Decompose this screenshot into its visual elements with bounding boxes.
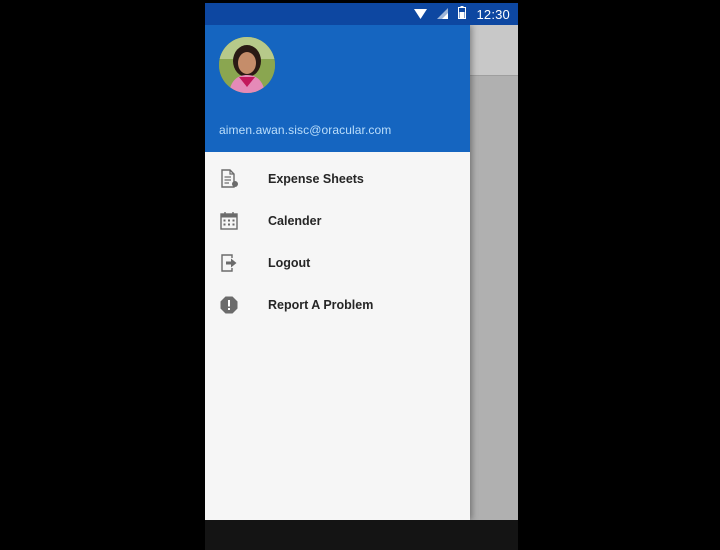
system-navigation-bar — [205, 520, 518, 550]
battery-icon — [458, 6, 467, 22]
menu-item-expense-sheets[interactable]: Expense Sheets — [205, 158, 470, 200]
wifi-icon — [414, 7, 428, 22]
menu-item-logout[interactable]: Logout — [205, 242, 470, 284]
calendar-icon — [219, 211, 239, 231]
drawer-header: aimen.awan.sisc@oracular.com — [205, 25, 470, 152]
menu-item-report-problem[interactable]: Report A Problem — [205, 284, 470, 326]
avatar[interactable] — [219, 37, 275, 93]
alert-icon — [219, 295, 239, 315]
phone-screen: 12:30 aimen.awan.sisc@oracular.com Expen… — [205, 3, 518, 550]
menu-item-calender[interactable]: Calender — [205, 200, 470, 242]
status-bar: 12:30 — [205, 3, 518, 25]
menu-label: Expense Sheets — [268, 172, 364, 186]
menu-label: Logout — [268, 256, 311, 270]
document-icon — [219, 169, 239, 189]
logout-icon — [219, 253, 239, 273]
menu-label: Report A Problem — [268, 298, 374, 312]
menu-label: Calender — [268, 214, 322, 228]
navigation-drawer: aimen.awan.sisc@oracular.com Expense She… — [205, 25, 470, 520]
user-email: aimen.awan.sisc@oracular.com — [219, 123, 392, 137]
status-time: 12:30 — [476, 6, 510, 22]
status-icons: 12:30 — [414, 3, 510, 25]
drawer-menu: Expense Sheets Calender Logout Report A … — [205, 158, 470, 326]
signal-icon — [437, 7, 449, 22]
